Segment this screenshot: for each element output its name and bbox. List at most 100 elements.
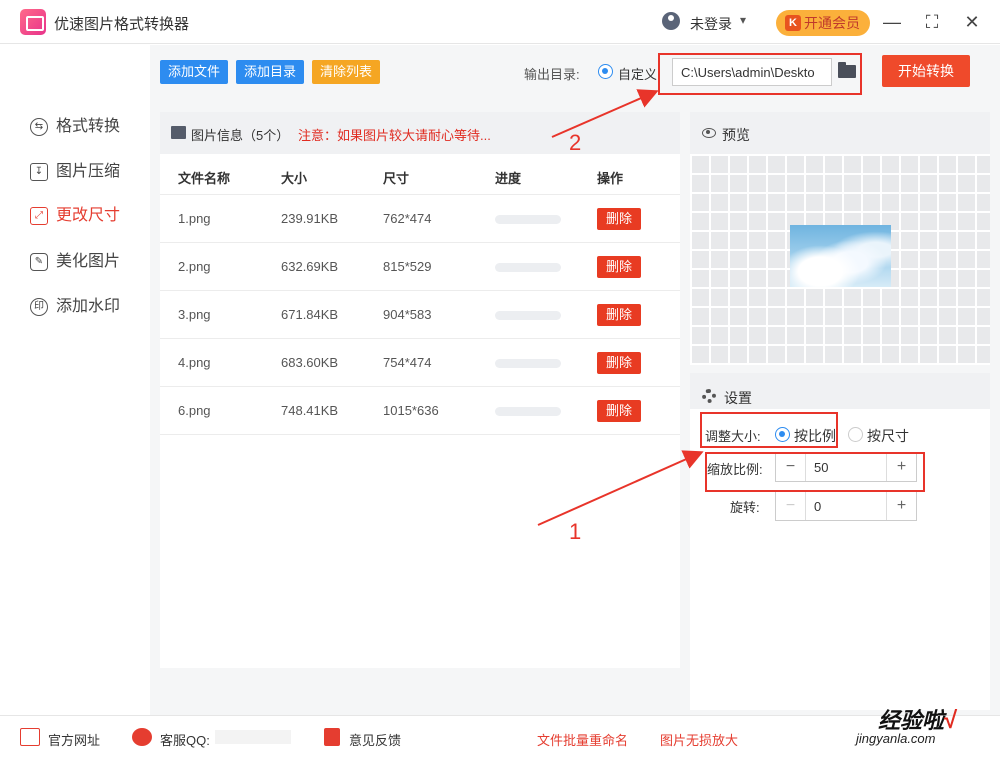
delete-button[interactable]: 删除 — [597, 304, 641, 326]
col-header-progress: 进度 — [495, 171, 522, 186]
delete-button[interactable]: 删除 — [597, 352, 641, 374]
chevron-down-icon[interactable]: ▾ — [740, 13, 746, 27]
preview-title: 预览 — [722, 127, 750, 143]
delete-button[interactable]: 删除 — [597, 208, 641, 230]
watermark-icon: 印 — [30, 298, 48, 316]
login-status[interactable]: 未登录 — [690, 14, 732, 34]
resize-icon: ⤢ — [30, 207, 48, 225]
sidebar-item-compress[interactable]: ↧ 图片压缩 — [30, 160, 120, 184]
preview-image — [790, 225, 891, 287]
file-dims: 754*474 — [383, 355, 432, 370]
file-dims: 762*474 — [383, 211, 432, 226]
table-row[interactable]: 4.png 683.60KB 754*474 删除 — [160, 338, 680, 386]
table-row[interactable]: 3.png 671.84KB 904*583 删除 — [160, 290, 680, 338]
qq-label: 客服QQ: — [160, 733, 210, 748]
batch-rename-link[interactable]: 文件批量重命名 — [537, 730, 628, 749]
website-link[interactable]: 官方网址 — [48, 730, 100, 749]
gear-icon — [702, 389, 716, 403]
col-header-action: 操作 — [597, 171, 624, 186]
clear-list-button[interactable]: 清除列表 — [312, 60, 381, 84]
sidebar-item-beautify[interactable]: ✎ 美化图片 — [30, 250, 120, 274]
custom-output-radio[interactable] — [598, 64, 613, 79]
sidebar-item-resize[interactable]: ⤢ 更改尺寸 — [30, 204, 120, 228]
add-file-button[interactable]: 添加文件 — [160, 60, 229, 84]
user-avatar-icon[interactable] — [662, 12, 680, 30]
sidebar-item-label: 图片压缩 — [56, 163, 121, 180]
file-name: 4.png — [178, 355, 211, 370]
preview-panel: 预览 — [690, 112, 990, 365]
convert-icon: ⇆ — [30, 118, 48, 136]
table-divider — [160, 434, 680, 435]
rotate-plus-button[interactable]: + — [886, 492, 916, 520]
sidebar: ⇆ 格式转换 ↧ 图片压缩 ⤢ 更改尺寸 ✎ 美化图片 印 添加水印 — [0, 45, 150, 715]
sidebar-item-label: 更改尺寸 — [56, 207, 121, 224]
table-row[interactable]: 6.png 748.41KB 1015*636 删除 — [160, 386, 680, 434]
file-dims: 904*583 — [383, 307, 432, 322]
table-row[interactable]: 2.png 632.69KB 815*529 删除 — [160, 242, 680, 290]
preview-header: 预览 — [690, 112, 990, 154]
file-count-info: 图片信息（5个） — [191, 128, 290, 143]
by-size-label[interactable]: 按尺寸 — [867, 426, 909, 446]
minimize-button[interactable]: — — [880, 10, 904, 34]
annotation-number-1: 1 — [569, 519, 582, 544]
rotate-value[interactable]: 0 — [814, 499, 821, 514]
add-folder-button[interactable]: 添加目录 — [236, 60, 305, 84]
settings-header: 设置 — [690, 365, 990, 409]
app-title: 优速图片格式转换器 — [54, 16, 190, 33]
rotate-label: 旋转: — [730, 500, 760, 515]
vip-icon: K — [785, 15, 801, 31]
col-header-name: 文件名称 — [178, 171, 231, 186]
by-size-radio[interactable] — [848, 427, 863, 442]
file-size: 671.84KB — [281, 307, 339, 322]
lossless-enlarge-link[interactable]: 图片无损放大 — [660, 730, 738, 749]
col-header-size: 大小 — [281, 171, 308, 186]
watermark-url: jingyanla.com — [856, 731, 936, 746]
file-name: 2.png — [178, 259, 211, 274]
file-name: 6.png — [178, 403, 211, 418]
settings-title: 设置 — [724, 390, 752, 406]
file-dims: 1015*636 — [383, 403, 439, 418]
annotation-number-2: 2 — [569, 130, 582, 155]
close-button[interactable]: ✕ — [960, 10, 984, 34]
sidebar-item-watermark[interactable]: 印 添加水印 — [30, 295, 120, 319]
progress-bar — [495, 215, 561, 224]
rotate-stepper[interactable]: − 0 + — [775, 491, 917, 521]
delete-button[interactable]: 删除 — [597, 256, 641, 278]
annotation-box-output — [658, 53, 862, 95]
sidebar-item-format-convert[interactable]: ⇆ 格式转换 — [30, 115, 120, 139]
maximize-button[interactable]: ⛶ — [920, 10, 944, 34]
beautify-icon: ✎ — [30, 253, 48, 271]
progress-bar — [495, 359, 561, 368]
progress-bar — [495, 407, 561, 416]
file-dims: 815*529 — [383, 259, 432, 274]
table-row[interactable]: 1.png 239.91KB 762*474 删除 — [160, 194, 680, 242]
progress-bar — [495, 263, 561, 272]
title-bar: 优速图片格式转换器 未登录 ▾ K 开通会员 — ⛶ ✕ — [0, 0, 1000, 44]
annotation-box-resize — [700, 412, 838, 448]
file-list-header: 图片信息（5个） 注意：如果图片较大请耐心等待... — [160, 112, 680, 154]
file-size: 239.91KB — [281, 211, 339, 226]
toolbar: 添加文件 添加目录 清除列表 输出目录: 自定义 C:\Users\admin\… — [150, 45, 1000, 101]
sidebar-item-label: 美化图片 — [56, 253, 121, 270]
file-name: 1.png — [178, 211, 211, 226]
feedback-link[interactable]: 意见反馈 — [349, 730, 401, 749]
vip-label: 开通会员 — [804, 15, 860, 31]
file-list-panel: 图片信息（5个） 注意：如果图片较大请耐心等待... 文件名称 大小 尺寸 进度… — [160, 112, 680, 668]
start-convert-button[interactable]: 开始转换 — [882, 55, 970, 87]
qq-number-redacted — [215, 730, 291, 744]
rotate-minus-button[interactable]: − — [776, 492, 806, 520]
site-watermark: 经验啦√ jingyanla.com — [856, 703, 957, 746]
file-size: 683.60KB — [281, 355, 339, 370]
feedback-icon — [324, 728, 340, 746]
footer: 官方网址 客服QQ: 意见反馈 文件批量重命名 图片无损放大 — [0, 715, 1000, 760]
app-logo-icon — [20, 9, 46, 35]
delete-button[interactable]: 删除 — [597, 400, 641, 422]
eye-icon — [702, 128, 716, 138]
output-dir-label: 输出目录: — [524, 67, 580, 82]
sidebar-item-label: 格式转换 — [56, 118, 121, 135]
website-icon — [20, 728, 40, 746]
custom-output-label: 自定义 — [618, 67, 658, 82]
compress-icon: ↧ — [30, 163, 48, 181]
progress-bar — [495, 311, 561, 320]
vip-button[interactable]: K 开通会员 — [776, 10, 870, 36]
